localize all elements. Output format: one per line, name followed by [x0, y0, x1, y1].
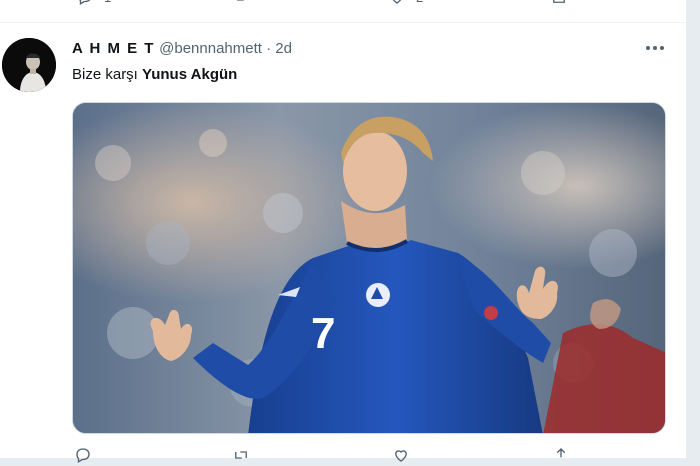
- like-icon: [392, 0, 402, 4]
- more-dot: [653, 46, 657, 50]
- retweet-icon: [235, 451, 247, 459]
- like-icon: [395, 450, 407, 462]
- reply-icon: [76, 448, 90, 463]
- more-dot: [660, 46, 664, 50]
- previous-tweet-actions: 1 2: [0, 0, 686, 12]
- more-dot: [646, 46, 650, 50]
- reply-count: 1: [104, 0, 111, 5]
- photo-player: 7: [73, 103, 665, 433]
- tweet-header: A H M E T @bennnahmett · 2d: [72, 40, 292, 57]
- timeline-card: 1 2 A H M E T @bennnahmett · 2d: [0, 0, 686, 463]
- tweet-actions: [0, 446, 686, 466]
- tweet-media-image[interactable]: 7: [72, 102, 666, 434]
- jersey-number: 7: [311, 309, 335, 358]
- like-button[interactable]: [392, 446, 410, 464]
- tweet-text: Bize karşı Yunus Akgün: [72, 66, 237, 83]
- tweet-text-prefix: Bize karşı: [72, 66, 143, 83]
- avatar-image: [2, 38, 56, 92]
- author-handle[interactable]: @bennnahmett: [159, 40, 262, 57]
- tweet-time[interactable]: 2d: [275, 40, 292, 57]
- share-button[interactable]: [550, 0, 568, 6]
- author-name[interactable]: A H M E T: [72, 40, 155, 57]
- header-separator: ·: [266, 40, 272, 57]
- like-count: 2: [416, 0, 423, 5]
- reply-button[interactable]: 1: [76, 0, 111, 6]
- like-button[interactable]: 2: [388, 0, 423, 6]
- share-button[interactable]: [552, 446, 570, 464]
- share-icon: [553, 0, 565, 3]
- reply-icon: [79, 0, 91, 5]
- retweet-button[interactable]: [232, 446, 250, 464]
- avatar[interactable]: [2, 38, 56, 92]
- tweet-divider: [0, 22, 686, 23]
- retweet-icon: [237, 0, 249, 1]
- more-options-button[interactable]: [644, 42, 666, 54]
- share-icon: [556, 448, 566, 458]
- retweet-button[interactable]: [234, 0, 262, 6]
- tweet-text-bold: Yunus Akgün: [142, 66, 238, 83]
- reply-button[interactable]: [74, 446, 92, 464]
